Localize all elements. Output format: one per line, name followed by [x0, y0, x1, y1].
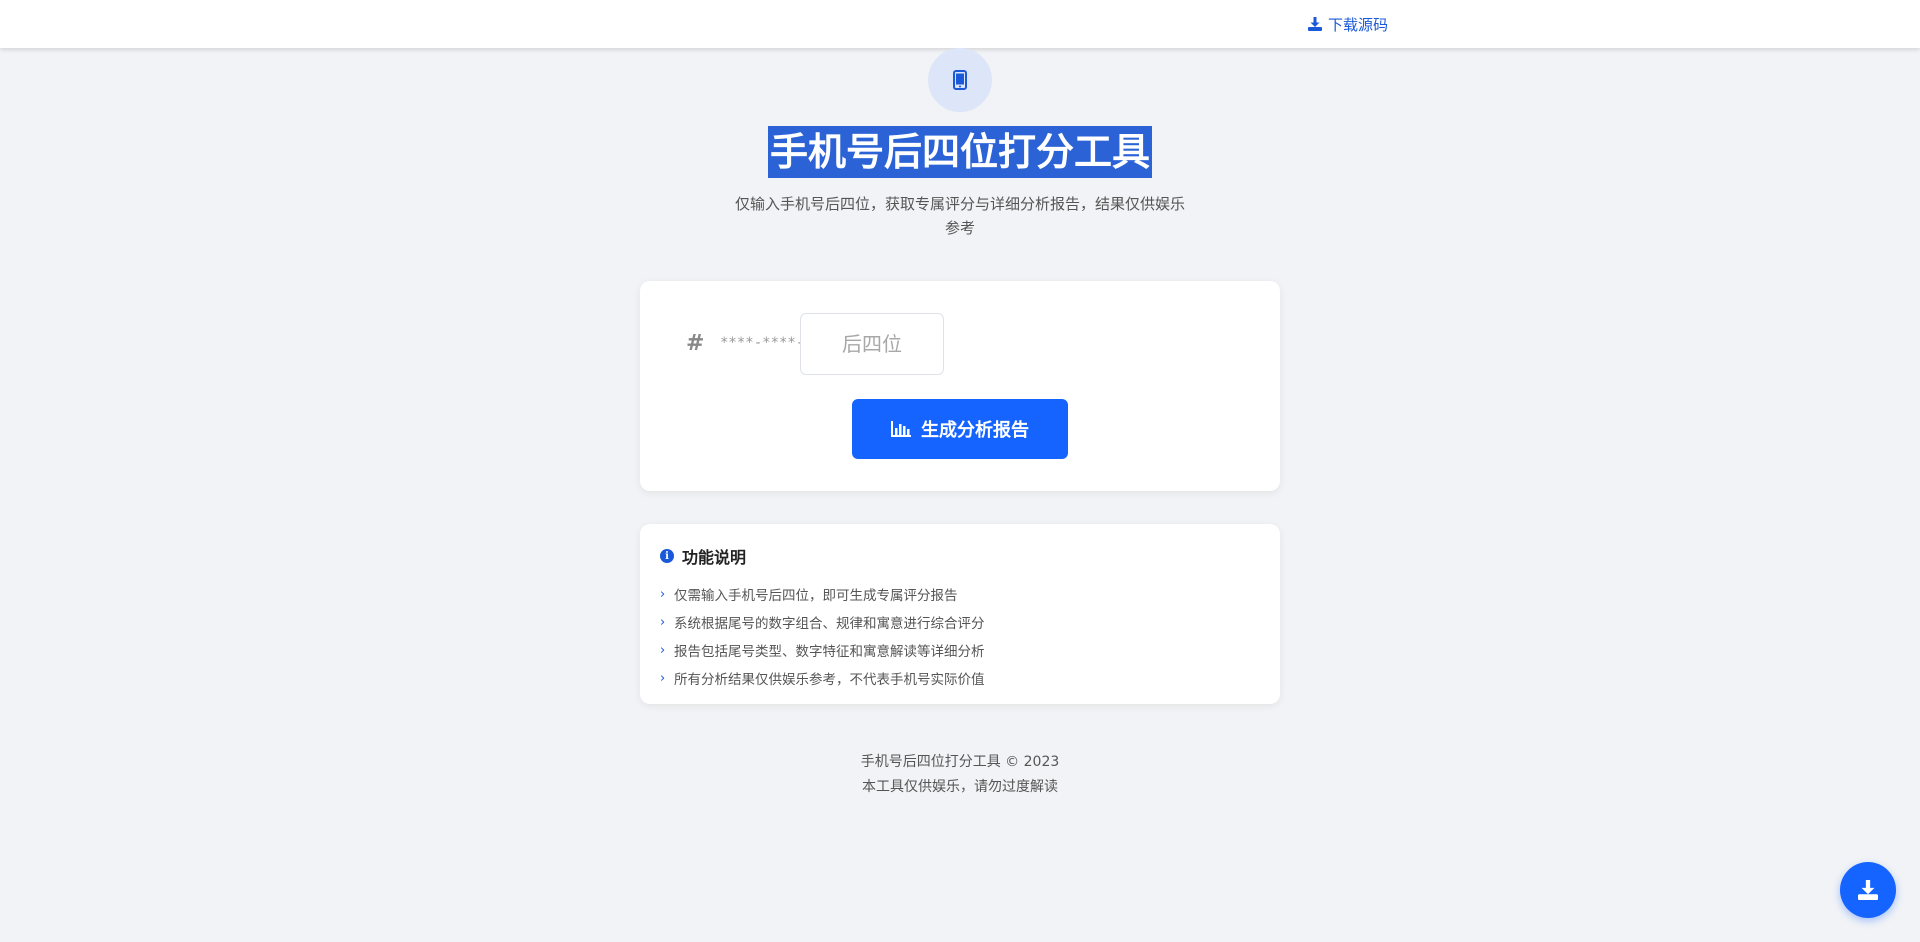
list-item: › 仅需输入手机号后四位，即可生成专属评分报告 — [660, 580, 985, 608]
list-item: › 报告包括尾号类型、数字特征和寓意解读等详细分析 — [660, 636, 985, 664]
download-source-label: 下载源码 — [1328, 15, 1389, 34]
input-card: # ****-****- 生成分析报告 — [640, 281, 1280, 491]
mobile-phone-icon — [953, 70, 967, 90]
list-item-text: 报告包括尾号类型、数字特征和寓意解读等详细分析 — [674, 644, 985, 660]
list-item: › 系统根据尾号的数字组合、规律和寓意进行综合评分 — [660, 608, 985, 636]
chevron-right-icon: › — [660, 670, 666, 686]
list-item-text: 仅需输入手机号后四位，即可生成专属评分报告 — [674, 588, 958, 604]
info-circle-icon: i — [660, 549, 674, 563]
page-title-wrapper: 手机号后四位打分工具 — [0, 126, 1920, 178]
phone-prefix-mask: ****-****- — [720, 335, 805, 351]
download-icon — [1308, 17, 1322, 31]
hero-phone-badge — [928, 48, 992, 112]
page-title: 手机号后四位打分工具 — [767, 126, 1152, 178]
last-four-digits-input[interactable] — [800, 313, 944, 375]
page-footer: 手机号后四位打分工具 © 2023 本工具仅供娱乐，请勿过度解读 — [0, 750, 1920, 800]
list-item-text: 所有分析结果仅供娱乐参考，不代表手机号实际价值 — [674, 672, 985, 688]
footer-copyright: 手机号后四位打分工具 © 2023 — [860, 754, 1060, 770]
download-source-link[interactable]: 下载源码 — [1308, 14, 1388, 34]
page-subtitle: 仅输入手机号后四位，获取专属评分与详细分析报告，结果仅供娱乐参考 — [734, 195, 1185, 237]
feature-info-card: i 功能说明 › 仅需输入手机号后四位，即可生成专属评分报告 › 系统根据尾号的… — [640, 524, 1280, 704]
list-item: › 所有分析结果仅供娱乐参考，不代表手机号实际价值 — [660, 664, 985, 692]
footer-disclaimer: 本工具仅供娱乐，请勿过度解读 — [862, 779, 1058, 795]
hash-icon: # — [686, 331, 705, 356]
chevron-right-icon: › — [660, 586, 666, 602]
generate-report-button[interactable]: 生成分析报告 — [852, 399, 1068, 459]
info-heading: i 功能说明 — [660, 544, 746, 568]
chevron-right-icon: › — [660, 642, 666, 658]
top-navbar: 下载源码 — [0, 0, 1920, 48]
chevron-right-icon: › — [660, 614, 666, 630]
generate-report-label: 生成分析报告 — [921, 420, 1029, 441]
list-item-text: 系统根据尾号的数字组合、规律和寓意进行综合评分 — [674, 616, 985, 632]
info-title: 功能说明 — [682, 548, 747, 567]
info-list: › 仅需输入手机号后四位，即可生成专属评分报告 › 系统根据尾号的数字组合、规律… — [660, 580, 985, 692]
download-icon — [1858, 880, 1878, 900]
bar-chart-icon — [891, 421, 911, 437]
floating-download-button[interactable] — [1840, 862, 1896, 918]
